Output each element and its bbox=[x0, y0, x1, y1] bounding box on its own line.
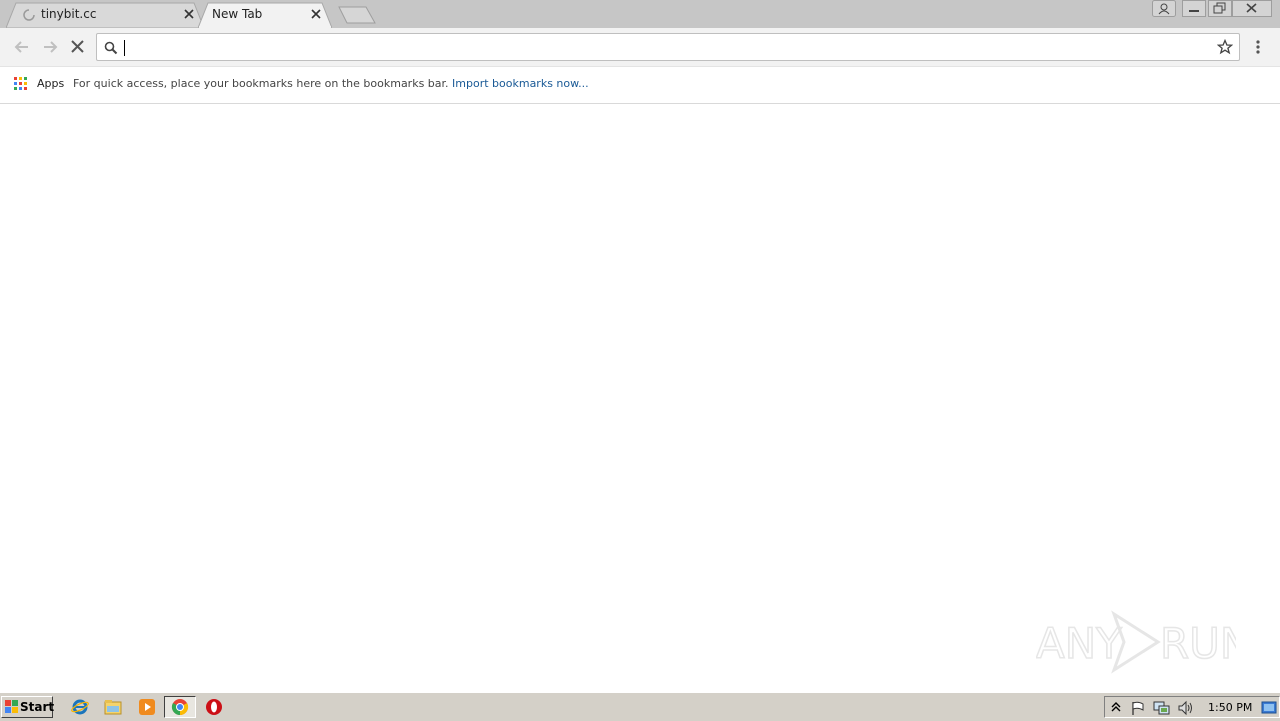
anyrun-watermark: ANY RUN bbox=[1035, 606, 1252, 676]
apps-shortcut[interactable]: Apps bbox=[37, 77, 64, 90]
import-bookmarks-link[interactable]: Import bookmarks now... bbox=[452, 77, 589, 90]
show-desktop-icon[interactable] bbox=[1261, 700, 1277, 716]
bookmark-star-icon[interactable] bbox=[1217, 39, 1233, 55]
volume-icon[interactable] bbox=[1177, 700, 1193, 716]
tab-title: New Tab bbox=[212, 7, 263, 21]
taskbar: Start 1:50 PM bbox=[0, 692, 1280, 721]
tab-strip: tinybit.cc New Tab bbox=[0, 0, 1280, 28]
menu-kebab-icon[interactable] bbox=[1250, 37, 1266, 57]
file-explorer-icon[interactable] bbox=[104, 698, 122, 716]
network-icon[interactable] bbox=[1153, 700, 1171, 716]
bookmarks-bar: Apps For quick access, place your bookma… bbox=[0, 67, 1280, 104]
chrome-taskbar-button[interactable] bbox=[164, 696, 196, 718]
internet-explorer-icon[interactable] bbox=[71, 698, 89, 716]
action-center-flag-icon[interactable] bbox=[1130, 700, 1146, 716]
tab-title: tinybit.cc bbox=[41, 7, 97, 21]
tab-tinybit[interactable]: tinybit.cc bbox=[6, 2, 204, 28]
apps-grid-icon[interactable] bbox=[14, 77, 28, 91]
windows-logo-icon bbox=[5, 700, 18, 713]
tab-new-tab[interactable]: New Tab bbox=[198, 2, 332, 28]
svg-text:ANY: ANY bbox=[1036, 619, 1122, 668]
profile-icon[interactable] bbox=[1152, 0, 1176, 17]
opera-icon[interactable] bbox=[205, 698, 223, 716]
close-tab-icon[interactable] bbox=[183, 8, 195, 20]
start-label: Start bbox=[20, 700, 55, 714]
back-icon[interactable] bbox=[12, 37, 32, 57]
text-caret bbox=[124, 40, 125, 56]
svg-text:RUN: RUN bbox=[1160, 619, 1236, 668]
stop-loading-icon[interactable] bbox=[68, 37, 88, 57]
loading-spinner-icon bbox=[23, 9, 35, 21]
search-icon bbox=[104, 41, 118, 55]
clock[interactable]: 1:50 PM bbox=[1208, 701, 1252, 714]
forward-icon[interactable] bbox=[40, 37, 60, 57]
browser-toolbar bbox=[0, 28, 1280, 67]
media-player-icon[interactable] bbox=[138, 698, 156, 716]
system-tray bbox=[1104, 696, 1280, 718]
close-tab-icon[interactable] bbox=[310, 8, 322, 20]
anyrun-logo: ANY RUN bbox=[1035, 610, 1252, 674]
start-button[interactable]: Start bbox=[1, 696, 55, 718]
close-window-icon[interactable] bbox=[1232, 0, 1272, 17]
chrome-icon bbox=[171, 699, 189, 716]
new-tab-button[interactable] bbox=[338, 6, 376, 24]
tab-shape bbox=[6, 2, 204, 28]
minimize-icon[interactable] bbox=[1182, 0, 1206, 17]
restore-icon[interactable] bbox=[1208, 0, 1232, 17]
address-input[interactable] bbox=[123, 38, 1203, 56]
bookmarks-hint: For quick access, place your bookmarks h… bbox=[73, 77, 589, 90]
address-bar[interactable] bbox=[96, 33, 1240, 61]
show-hidden-icons-icon[interactable] bbox=[1110, 700, 1122, 714]
bookmarks-hint-text: For quick access, place your bookmarks h… bbox=[73, 77, 449, 90]
